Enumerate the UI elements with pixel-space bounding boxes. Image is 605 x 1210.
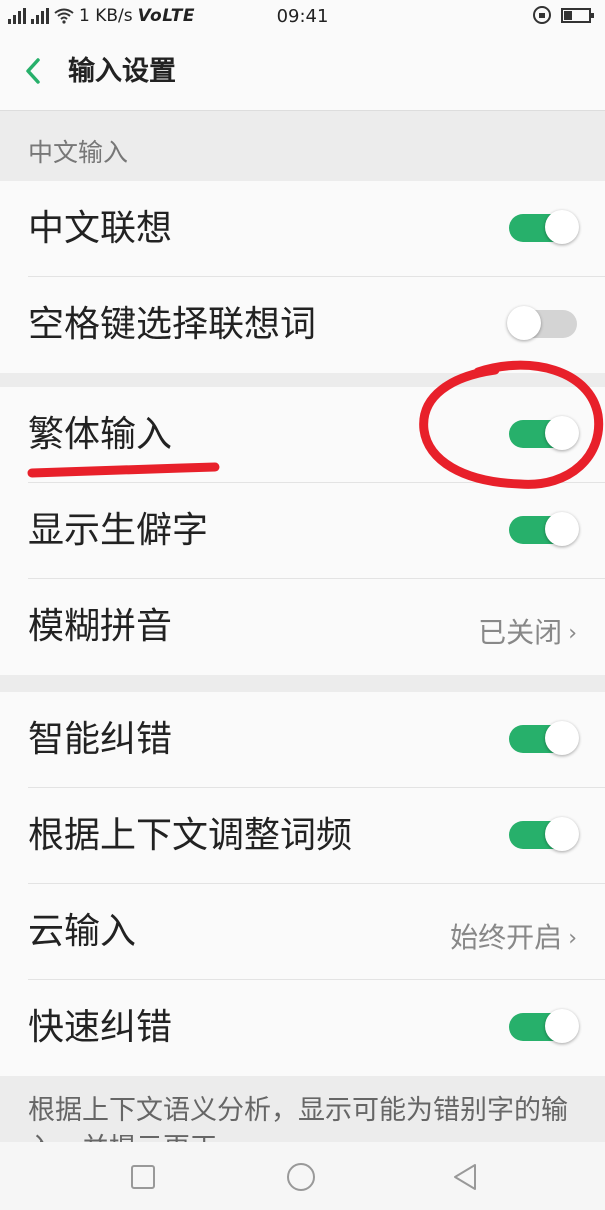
app-header: 输入设置 <box>0 34 605 111</box>
setting-row-smart-correction[interactable]: 智能纠错 <box>0 692 605 788</box>
toggle-knob <box>545 817 579 851</box>
setting-row-quick-correction[interactable]: 快速纠错 <box>0 980 605 1076</box>
setting-row-chinese-association[interactable]: 中文联想 <box>0 181 605 277</box>
section-title: 中文输入 <box>28 138 129 167</box>
chevron-right-icon: › <box>568 926 577 951</box>
footer-description-text: 根据上下文语义分析，显示可能为错别字的输入，并提示更正 <box>28 1095 568 1142</box>
setting-row-traditional-input[interactable]: 繁体输入 <box>0 387 605 483</box>
setting-label: 空格键选择联想词 <box>28 304 317 345</box>
toggle-switch[interactable] <box>509 512 579 546</box>
toggle-switch[interactable] <box>509 210 579 244</box>
toggle-knob <box>545 210 579 244</box>
toggle-switch[interactable] <box>509 817 579 851</box>
value-text: 始终开启 <box>450 921 563 954</box>
setting-label: 繁体输入 <box>28 414 173 455</box>
chevron-left-icon[interactable] <box>20 56 50 86</box>
value-text: 已关闭 <box>478 616 563 649</box>
setting-row-cloud-input[interactable]: 云输入 始终开启 › <box>0 884 605 980</box>
status-bar: 1 KB/s VoLTE 09:41 <box>0 0 605 34</box>
toggle-switch[interactable] <box>507 306 577 340</box>
section-header-chinese-input: 中文输入 <box>0 111 605 181</box>
toggle-knob <box>545 512 579 546</box>
toggle-knob <box>545 721 579 755</box>
setting-value: 已关闭 › <box>478 611 577 651</box>
battery-icon <box>561 7 594 23</box>
setting-label: 显示生僻字 <box>28 510 209 551</box>
battery-level <box>564 10 572 20</box>
circle-icon[interactable] <box>286 1162 316 1192</box>
setting-label: 云输入 <box>28 911 137 952</box>
setting-row-space-select[interactable]: 空格键选择联想词 <box>0 277 605 373</box>
chevron-right-icon: › <box>568 621 577 646</box>
setting-row-fuzzy-pinyin[interactable]: 模糊拼音 已关闭 › <box>0 579 605 675</box>
setting-label: 根据上下文调整词频 <box>28 815 353 856</box>
setting-row-rare-chars[interactable]: 显示生僻字 <box>0 483 605 579</box>
setting-value: 始终开启 › <box>450 916 577 956</box>
toggle-switch[interactable] <box>509 1009 579 1043</box>
status-time: 09:41 <box>276 6 329 27</box>
toggle-knob <box>507 306 541 340</box>
setting-label: 中文联想 <box>28 208 173 249</box>
setting-label: 快速纠错 <box>28 1007 173 1048</box>
triangle-back-icon[interactable] <box>450 1162 480 1192</box>
rotation-lock-icon <box>533 6 551 24</box>
setting-label: 模糊拼音 <box>28 606 173 647</box>
system-nav-bar <box>0 1142 605 1210</box>
toggle-knob <box>545 1009 579 1043</box>
toggle-switch[interactable] <box>509 721 579 755</box>
setting-row-context-frequency[interactable]: 根据上下文调整词频 <box>0 788 605 884</box>
page-title: 输入设置 <box>68 56 176 87</box>
setting-label: 智能纠错 <box>28 719 173 760</box>
footer-description: 根据上下文语义分析，显示可能为错别字的输入，并提示更正 <box>0 1076 605 1142</box>
toggle-switch[interactable] <box>509 416 579 450</box>
toggle-knob <box>545 416 579 450</box>
square-icon[interactable] <box>128 1162 158 1192</box>
status-right <box>533 6 594 24</box>
